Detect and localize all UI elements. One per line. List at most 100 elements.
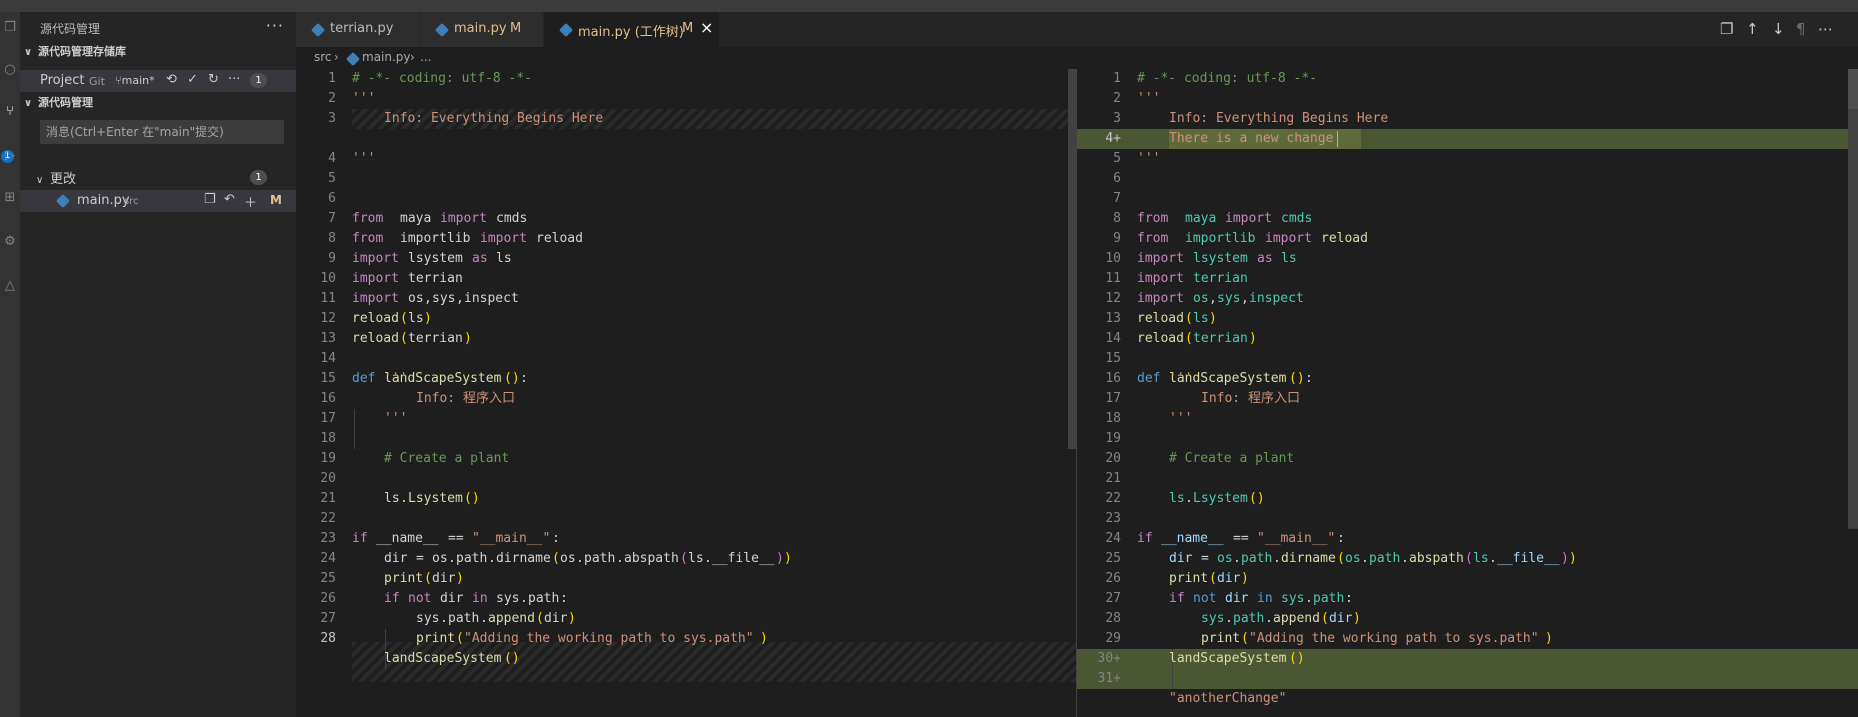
changed-file-name: main.py: [77, 193, 130, 208]
line-number: 5: [328, 171, 336, 186]
title-bar: [0, 0, 1858, 12]
code-line: ''': [384, 371, 408, 386]
breadcrumb-separator-icon: ›: [410, 50, 415, 64]
changes-group-header[interactable]: ∨ 更改: [36, 168, 76, 187]
breadcrumb: src › main.py › ...: [296, 47, 1858, 69]
whitespace-icon[interactable]: ¶: [1796, 20, 1806, 38]
code-line: import lsystem as ls: [352, 251, 512, 266]
branch-indicator[interactable]: ⑂main*: [115, 74, 155, 87]
discard-changes-icon[interactable]: ↶: [224, 192, 235, 207]
repositories-section-label: 源代码管理存储库: [38, 45, 126, 58]
commit-message-input[interactable]: [40, 120, 284, 144]
scm-section-label: 源代码管理: [38, 96, 93, 109]
tab-terrian[interactable]: terrian.py: [296, 12, 420, 47]
editor-more-icon[interactable]: ⋯: [1818, 20, 1833, 38]
diff-original-pane[interactable]: 1 2 3 4 5 6 7 8 9 10 11 12 13 14 15 16 17 18 19 20 21 22 23 24 2…: [296, 69, 1076, 717]
breadcrumb-separator-icon: ›: [334, 50, 339, 64]
run-debug-icon[interactable]: ▷: [2, 148, 18, 164]
python-file-icon: [345, 51, 361, 67]
code-line: print("Adding the working path to sys.pa…: [416, 631, 768, 646]
explorer-icon[interactable]: ❐: [2, 20, 18, 36]
diff-modified-pane[interactable]: 1 2 3 4+ 5 6 7 8 9 10 11 12 13 14 15 16 17 18 19 20 21 22 23 24…: [1077, 69, 1858, 717]
branch-name: main*: [121, 74, 155, 87]
code-line: reload(terrian): [352, 331, 472, 346]
python-file-icon: [310, 22, 326, 38]
code-line: ''': [384, 411, 408, 426]
text-cursor: [1337, 130, 1338, 147]
changes-count: 1: [250, 170, 267, 185]
breadcrumb-folder[interactable]: src: [314, 50, 332, 64]
open-file-icon[interactable]: ❐: [204, 192, 216, 207]
code-line: ls. Lsystem(): [1169, 491, 1265, 506]
code-line: ''': [1169, 371, 1193, 386]
previous-change-icon[interactable]: ↑: [1746, 20, 1759, 38]
tab-label: terrian.py: [330, 21, 394, 36]
tab-main-working-tree[interactable]: main.py (工作树) M ×: [544, 12, 720, 47]
chevron-down-icon: ∨: [36, 175, 44, 186]
tab-label: main.py: [454, 21, 507, 36]
code-line: if __name__ == "__main__":: [1137, 531, 1345, 546]
testing-icon[interactable]: △: [2, 278, 18, 294]
code-line: def landScapeSystem():: [1137, 371, 1313, 386]
line-number: 6: [1113, 171, 1121, 186]
code-line: dir = os. path. dirname(os. path. abspath(ls. _…: [1169, 551, 1577, 566]
sync-icon[interactable]: ⟲: [166, 72, 177, 87]
code-line: reload(terrian): [1137, 331, 1257, 346]
chevron-down-icon: ∨: [24, 47, 33, 58]
activity-bar: ❐ ○ ⑂ 1 ▷ ⊞ ⚙ △: [0, 12, 20, 717]
code-line: # Create a plant: [1169, 451, 1295, 466]
tab-modified-flag: M: [510, 21, 522, 36]
changed-file-row[interactable]: main.py src ❐ ↶ ＋ M: [20, 190, 296, 212]
code-line: reload(ls): [1137, 311, 1217, 326]
python-file-icon: [558, 22, 574, 38]
repository-change-count: 1: [250, 73, 267, 88]
next-change-icon[interactable]: ↓: [1772, 20, 1785, 38]
more-actions-icon[interactable]: ···: [266, 16, 284, 35]
tab-main[interactable]: main.py M: [420, 12, 544, 47]
code-line: from maya import cmds: [1137, 211, 1313, 226]
open-file-icon[interactable]: ❐: [1720, 20, 1733, 38]
repo-more-icon[interactable]: ···: [228, 72, 240, 87]
code-line: ''': [1137, 151, 1161, 166]
close-icon[interactable]: ×: [700, 18, 713, 37]
code-line: import os, sys, inspect: [352, 291, 519, 306]
extensions-icon[interactable]: ⊞: [2, 190, 18, 206]
code-line: import terrian: [352, 271, 463, 286]
code-line: if not dir in sys. path:: [384, 591, 568, 606]
code-line: from importlib import reload: [352, 231, 583, 246]
code-line: import os, sys, inspect: [1137, 291, 1304, 306]
python-file-icon: [55, 193, 71, 209]
code-line: # -*- coding: utf-8 -*-: [352, 71, 533, 86]
stage-changes-icon[interactable]: ＋: [244, 192, 257, 211]
source-control-icon[interactable]: ⑂: [2, 104, 18, 120]
file-status-badge: M: [270, 193, 282, 207]
code-line: print("Adding the working path to sys.pa…: [1201, 631, 1553, 646]
python-file-icon: [434, 22, 450, 38]
changes-group-label: 更改: [50, 172, 77, 187]
scm-section-header[interactable]: ∨ 源代码管理: [24, 94, 93, 110]
breadcrumb-symbol[interactable]: ...: [420, 50, 431, 64]
code-line: from maya import cmds: [352, 211, 528, 226]
code-line: ''': [352, 91, 376, 106]
code-line: dir = os. path. dirname(os. path. abspath(ls. _…: [384, 551, 792, 566]
sidebar-title: 源代码管理: [40, 22, 101, 36]
editor-tab-bar: terrian.py main.py M main.py (工作树) M × ❐…: [296, 12, 1858, 47]
repository-name: Project: [40, 73, 85, 88]
code-line: ''': [1137, 91, 1161, 106]
breadcrumb-file[interactable]: main.py: [362, 50, 411, 64]
commit-check-icon[interactable]: ✓: [187, 72, 198, 87]
repositories-section-header[interactable]: ∨ 源代码管理存储库: [24, 43, 126, 59]
refresh-icon[interactable]: ↻: [208, 72, 219, 87]
repository-vcs: Git: [89, 75, 105, 88]
code-line: print(dir): [384, 571, 464, 586]
code-line: # Create a plant: [384, 451, 510, 466]
code-line: sys. path. append(dir): [1201, 611, 1361, 626]
search-icon[interactable]: ○: [2, 62, 18, 78]
code-line: Info: Everything Begins Here: [384, 111, 604, 126]
code-line: ''': [352, 151, 376, 166]
remote-icon[interactable]: ⚙: [2, 234, 18, 250]
repository-row[interactable]: Project Git ⑂main* ⟲ ✓ ↻ ··· 1: [20, 70, 296, 92]
code-line: from importlib import reload: [1137, 231, 1368, 246]
changed-file-dir: src: [124, 196, 139, 207]
code-line: if __name__ == "__main__":: [352, 531, 560, 546]
